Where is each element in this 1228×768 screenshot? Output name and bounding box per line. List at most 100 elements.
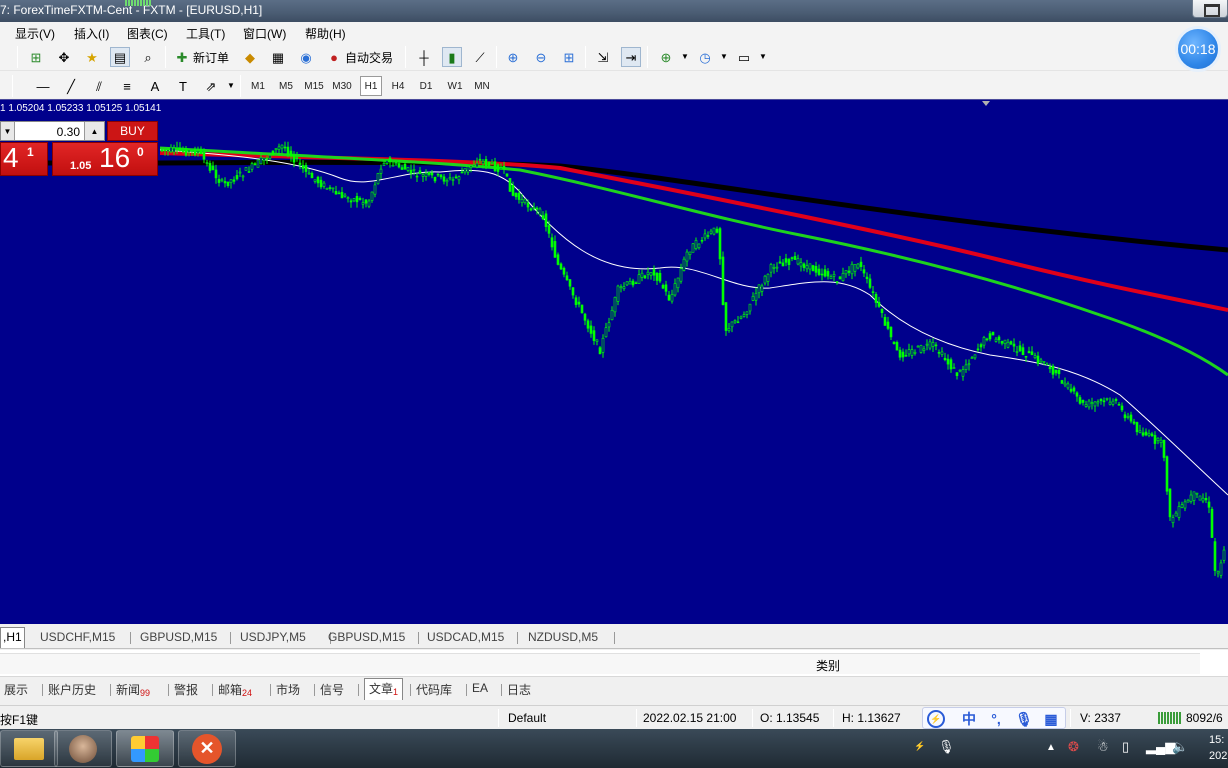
arrows-icon[interactable]: ⇗ <box>201 76 221 96</box>
maximize-button[interactable] <box>1192 0 1228 18</box>
tab-experts[interactable]: EA <box>472 681 488 695</box>
tab-usdjpy-m5[interactable]: USDJPY,M5 <box>240 629 306 647</box>
buy-price-box[interactable]: 1.05 16 0 <box>52 142 158 176</box>
ime-toolbar[interactable]: ⚡ 中 °, 🎙 ▦ <box>922 707 1066 729</box>
indicators-icon[interactable]: ⊕ <box>656 47 676 67</box>
volume-tray-icon[interactable]: 🔈 <box>1172 739 1188 755</box>
tab-usdchf-m15[interactable]: USDCHF,M15 <box>40 629 115 647</box>
bar-chart-icon[interactable]: ┼ <box>414 47 434 67</box>
new-order-icon[interactable]: ✚ <box>172 47 192 67</box>
timeframe-m30[interactable]: M30 <box>330 76 354 96</box>
tab-alerts[interactable]: 警报 <box>174 681 198 698</box>
timeframe-m1[interactable]: M1 <box>248 76 268 96</box>
menu-insert[interactable]: 插入(I) <box>74 25 109 42</box>
periods-dropdown-icon[interactable]: ▼ <box>714 47 734 67</box>
horizontal-line-icon[interactable]: — <box>33 76 53 96</box>
network-tray-icon[interactable]: ▂▄▆ <box>1146 739 1175 755</box>
tray-expand-icon[interactable]: ▲ <box>1046 742 1056 753</box>
new-chart-icon[interactable]: ⊞ <box>26 47 46 67</box>
tab-gbpusd-m15[interactable]: GBPUSD,M15 <box>140 629 217 647</box>
candle-body <box>1165 456 1169 492</box>
tile-windows-icon[interactable]: ⊞ <box>559 47 579 67</box>
indicators-dropdown-icon[interactable]: ▼ <box>675 47 695 67</box>
menu-view[interactable]: 显示(V) <box>15 25 55 42</box>
timeframe-h1[interactable]: H1 <box>360 76 382 96</box>
microphone-icon[interactable]: 🎙 <box>1015 710 1033 728</box>
lots-decrease-icon[interactable]: ▼ <box>1 122 15 140</box>
qq-tray-icon[interactable]: ☃ <box>1097 739 1109 755</box>
periods-icon[interactable]: ◷ <box>695 47 715 67</box>
device-tray-icon[interactable]: ▯ <box>1122 739 1129 755</box>
tab-account-history[interactable]: 账户历史 <box>48 681 96 698</box>
menu-charts[interactable]: 图表(C) <box>127 25 168 42</box>
trendline-icon[interactable]: ╱ <box>61 76 81 96</box>
text-label-icon[interactable]: T <box>173 76 193 96</box>
navigator-icon[interactable]: ⌕ <box>138 47 158 67</box>
metaeditor-icon[interactable]: ◆ <box>240 47 260 67</box>
tab-mailbox[interactable]: 邮箱24 <box>218 681 252 698</box>
tab-market[interactable]: 市场 <box>276 681 300 698</box>
templates-dropdown-icon[interactable]: ▼ <box>753 47 773 67</box>
strategy-tester-icon[interactable]: ▦ <box>268 47 288 67</box>
one-click-buy-button[interactable]: BUY <box>107 121 158 141</box>
price-chart[interactable]: 1 1.05204 1.05233 1.05125 1.05141 ▼ 0.30… <box>0 99 1228 624</box>
tab-eurusd-h1[interactable]: ,H1 <box>0 627 25 648</box>
zoom-out-icon[interactable]: ⊖ <box>531 47 551 67</box>
candle-body <box>433 176 437 182</box>
signals-icon[interactable]: ◉ <box>296 47 316 67</box>
tab-code-base[interactable]: 代码库 <box>416 681 452 698</box>
arrows-dropdown-icon[interactable]: ▼ <box>221 76 241 96</box>
menu-window[interactable]: 窗口(W) <box>243 25 286 42</box>
ime-chinese-mode[interactable]: 中 <box>960 710 978 728</box>
tab-journal[interactable]: 日志 <box>507 681 531 698</box>
ifly-icon[interactable]: ⚡ <box>927 710 945 728</box>
candlestick-chart-icon[interactable]: ▮ <box>442 47 462 67</box>
candle-body <box>775 266 779 269</box>
tab-exposure[interactable]: 展示 <box>4 681 28 698</box>
tab-signals[interactable]: 信号 <box>320 681 344 698</box>
antivirus-tray-icon[interactable]: ❂ <box>1068 739 1079 755</box>
tab-news[interactable]: 新闻99 <box>116 681 150 698</box>
timeframe-w1[interactable]: W1 <box>444 76 466 96</box>
equidistant-channel-icon[interactable]: ⫽ <box>89 76 109 96</box>
tab-gbpusd-m15-2[interactable]: GBPUSD,M15 <box>328 629 405 647</box>
auto-trading-button[interactable]: 自动交易 <box>345 49 393 66</box>
ifly-tray-icon[interactable]: ⚡ <box>914 741 925 752</box>
ime-apps-icon[interactable]: ▦ <box>1042 710 1060 728</box>
chart-shift-icon[interactable]: ⇥ <box>621 47 641 67</box>
paint-taskbar-button[interactable] <box>116 730 174 767</box>
sell-price-box[interactable]: 4 1 <box>0 142 48 176</box>
candle-body <box>643 275 647 279</box>
candle-body <box>361 202 365 205</box>
menu-help[interactable]: 帮助(H) <box>305 25 346 42</box>
timeframe-m15[interactable]: M15 <box>302 76 326 96</box>
timeframe-d1[interactable]: D1 <box>416 76 436 96</box>
timeframe-mn[interactable]: MN <box>471 76 493 96</box>
explorer-taskbar-button[interactable] <box>0 730 58 767</box>
favorites-icon[interactable]: ★ <box>82 47 102 67</box>
fibonacci-icon[interactable]: ≡ <box>117 76 137 96</box>
crosshair-icon[interactable]: ✥ <box>54 47 74 67</box>
microphone-tray-icon[interactable]: 🎙 <box>938 739 955 755</box>
tab-articles[interactable]: 文章1 <box>364 678 404 700</box>
tab-usdcad-m15[interactable]: USDCAD,M15 <box>427 629 504 647</box>
tab-nzdusd-m5[interactable]: NZDUSD,M5 <box>528 629 598 647</box>
lots-increase-icon[interactable]: ▲ <box>84 122 104 140</box>
auto-scroll-icon[interactable]: ⇲ <box>593 47 613 67</box>
templates-icon[interactable]: ▭ <box>734 47 754 67</box>
column-header-category[interactable]: 类别 <box>816 657 840 674</box>
timeframe-m5[interactable]: M5 <box>276 76 296 96</box>
zoom-in-icon[interactable]: ⊕ <box>503 47 523 67</box>
system-clock[interactable]: 15: 202 <box>1209 732 1227 764</box>
market-watch-icon[interactable]: ▤ <box>110 47 130 67</box>
menu-tools[interactable]: 工具(T) <box>186 25 225 42</box>
text-icon[interactable]: A <box>145 76 165 96</box>
auto-trading-icon[interactable]: ● <box>324 47 344 67</box>
lots-input[interactable]: 0.30 <box>57 125 80 139</box>
line-chart-icon[interactable]: ⟋ <box>470 47 490 67</box>
ime-punctuation-icon[interactable]: °, <box>987 710 1005 728</box>
new-order-button[interactable]: 新订单 <box>193 49 229 66</box>
user-taskbar-button[interactable] <box>54 730 112 767</box>
xmind-taskbar-button[interactable]: ✕ <box>178 730 236 767</box>
timeframe-h4[interactable]: H4 <box>388 76 408 96</box>
